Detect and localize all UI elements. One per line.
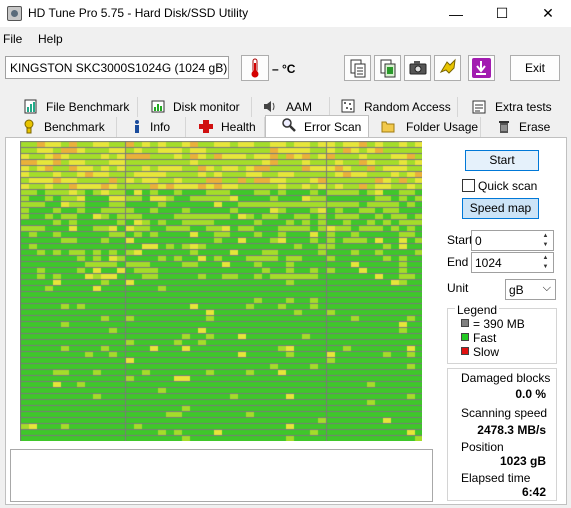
scan-block-map — [20, 141, 422, 441]
screenshot-button[interactable] — [404, 55, 431, 81]
disk-monitor-icon — [151, 100, 165, 113]
drive-select-value: KINGSTON SKC3000S1024G (1024 gB) — [10, 61, 228, 75]
temperature-button[interactable] — [241, 55, 269, 81]
thermometer-icon — [251, 58, 259, 78]
spin-up-icon[interactable]: ▲ — [539, 254, 552, 263]
minimize-button[interactable]: — — [433, 0, 479, 27]
tab-info[interactable]: Info — [117, 117, 186, 137]
options-icon — [439, 58, 456, 74]
tab-label: File Benchmark — [46, 100, 130, 114]
legend-swatch-red — [461, 347, 469, 355]
position-value: 1023 gB — [499, 454, 546, 468]
speed-map-button[interactable]: Speed map — [462, 198, 539, 219]
tab-label: Health — [221, 120, 256, 134]
file-benchmark-icon — [24, 99, 37, 114]
tab-benchmark[interactable]: Benchmark — [10, 117, 117, 137]
trash-icon — [499, 121, 509, 133]
tab-label: Extra tests — [495, 100, 552, 114]
scanning-speed-label: Scanning speed — [461, 406, 548, 420]
folder-icon — [381, 121, 395, 133]
camera-icon — [409, 61, 427, 75]
end-field-label: End — [447, 255, 469, 269]
health-cross-icon — [199, 120, 213, 133]
damaged-blocks-value: 0.0 % — [515, 387, 546, 401]
start-field-label: Start — [447, 233, 473, 247]
app-icon — [7, 6, 22, 21]
benchmark-icon — [24, 119, 34, 134]
tab-label: Disk monitor — [173, 100, 240, 114]
legend-swatch-green — [461, 333, 469, 341]
legend-swatch-gray — [461, 319, 469, 327]
copy-text-button[interactable] — [344, 55, 371, 81]
end-input-value: 1024 — [475, 256, 502, 270]
close-button[interactable]: ✕ — [525, 0, 571, 27]
save-button[interactable] — [468, 55, 495, 81]
window-title: HD Tune Pro 5.75 - Hard Disk/SSD Utility — [28, 6, 249, 20]
start-input-value: 0 — [475, 234, 482, 248]
tab-aam[interactable]: AAM — [252, 97, 330, 117]
temperature-readout: – °C — [272, 62, 296, 76]
copy-screenshot-icon — [380, 59, 396, 78]
legend-label-slow: Slow — [473, 345, 500, 359]
tab-extra-tests[interactable]: Extra tests — [458, 97, 557, 117]
spin-down-icon[interactable]: ▼ — [539, 263, 552, 272]
drive-select[interactable]: KINGSTON SKC3000S1024G (1024 gB) ⌵ — [5, 56, 229, 79]
quick-scan-checkbox[interactable] — [462, 179, 475, 192]
spin-down-icon[interactable]: ▼ — [539, 241, 552, 250]
random-access-icon — [341, 99, 355, 113]
speaker-icon — [264, 101, 275, 112]
magnifier-icon — [282, 118, 296, 132]
unit-select[interactable]: gB ⌵ — [505, 279, 556, 300]
tab-label: Benchmark — [44, 120, 105, 134]
start-input[interactable]: 0 ▲ ▼ — [471, 230, 554, 251]
tab-erase[interactable]: Erase — [481, 117, 557, 137]
tab-random-access[interactable]: Random Access — [330, 97, 458, 117]
tab-label: AAM — [286, 100, 313, 114]
tab-label: Info — [150, 120, 171, 134]
menu-file[interactable]: File — [3, 32, 22, 46]
copy-text-icon — [350, 59, 366, 78]
quick-scan-label: Quick scan — [478, 179, 538, 193]
legend-title: Legend — [455, 303, 500, 317]
position-label: Position — [461, 440, 504, 454]
info-icon — [135, 120, 139, 133]
scan-block-canvas — [20, 141, 422, 441]
title-bar: HD Tune Pro 5.75 - Hard Disk/SSD Utility… — [0, 0, 571, 27]
legend-label-block-size: = 390 MB — [473, 317, 525, 331]
maximize-button[interactable]: ☐ — [479, 0, 525, 27]
scan-log-box[interactable] — [10, 449, 433, 502]
chevron-down-icon: ⌵ — [215, 59, 224, 71]
chevron-down-icon: ⌵ — [542, 282, 551, 294]
menu-help[interactable]: Help — [38, 32, 63, 46]
tab-folder-usage[interactable]: Folder Usage — [369, 117, 481, 137]
legend-label-fast: Fast — [473, 331, 497, 345]
scanning-speed-value: 2478.3 MB/s — [477, 423, 546, 437]
unit-label: Unit — [447, 281, 469, 295]
tab-health[interactable]: Health — [186, 117, 265, 137]
copy-screenshot-button[interactable] — [374, 55, 401, 81]
tab-label: Erase — [519, 120, 551, 134]
save-icon — [472, 58, 491, 78]
exit-button[interactable]: Exit — [510, 55, 560, 81]
end-input[interactable]: 1024 ▲ ▼ — [471, 252, 554, 273]
tab-label: Error Scan — [304, 120, 362, 134]
options-button[interactable] — [434, 55, 461, 81]
tab-label: Random Access — [364, 100, 451, 114]
elapsed-time-label: Elapsed time — [461, 471, 531, 485]
tab-disk-monitor[interactable]: Disk monitor — [138, 97, 252, 117]
unit-select-value: gB — [509, 283, 524, 297]
spin-up-icon[interactable]: ▲ — [539, 232, 552, 241]
damaged-blocks-label: Damaged blocks — [461, 371, 551, 385]
start-button[interactable]: Start — [465, 150, 539, 171]
elapsed-time-value: 6:42 — [521, 485, 546, 499]
extra-tests-icon — [472, 100, 486, 114]
tab-file-benchmark[interactable]: File Benchmark — [10, 97, 138, 117]
tab-label: Folder Usage — [406, 120, 479, 134]
tab-error-scan[interactable]: Error Scan — [265, 115, 369, 138]
menu-bar: File Help — [0, 29, 571, 49]
